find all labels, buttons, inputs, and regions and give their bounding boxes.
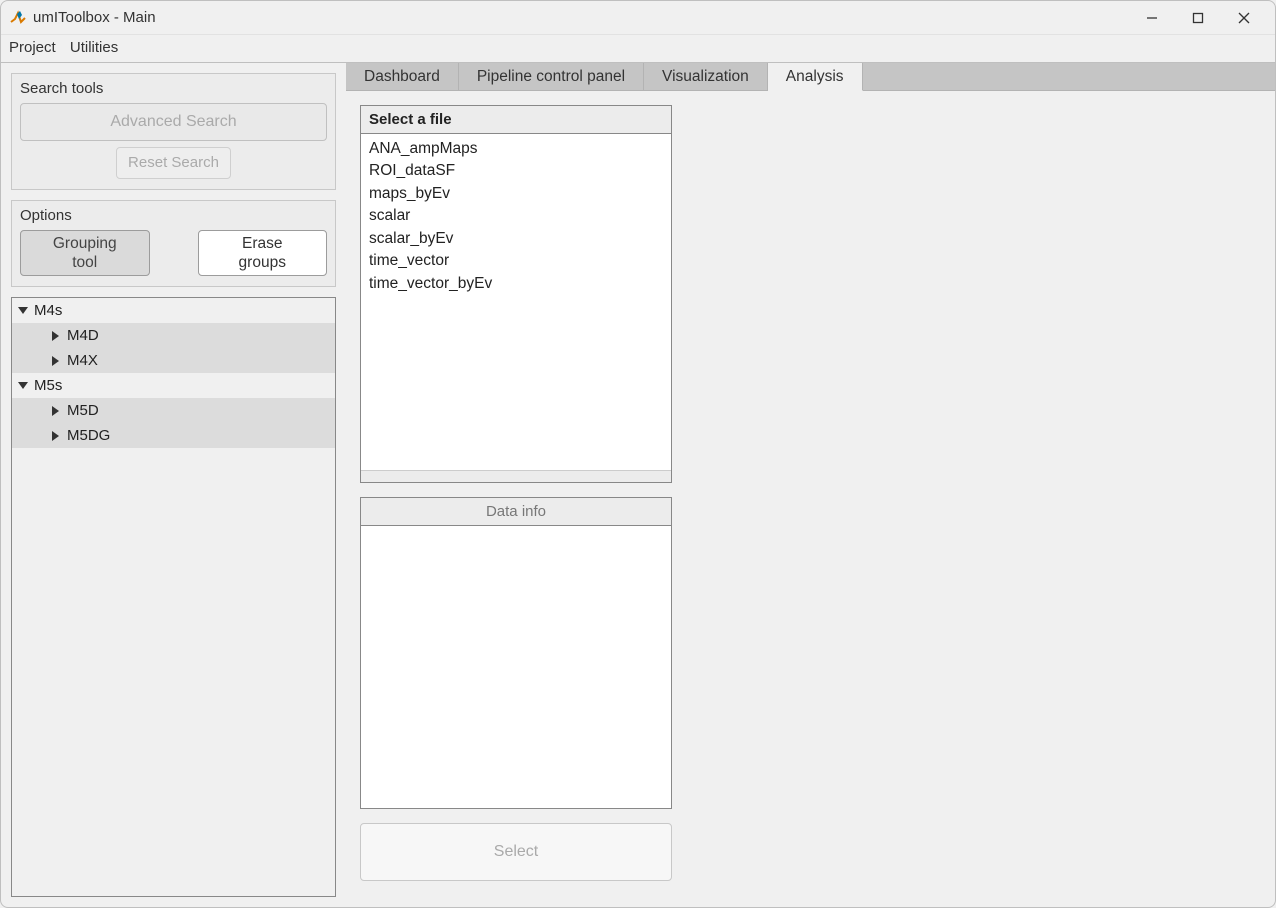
tab-pipeline[interactable]: Pipeline control panel: [459, 63, 644, 90]
content-area: Search tools Advanced Search Reset Searc…: [1, 63, 1275, 907]
tab-analysis[interactable]: Analysis: [768, 63, 863, 91]
analysis-column: Select a file ANA_ampMapsROI_dataSFmaps_…: [360, 105, 672, 881]
options-group: Options Grouping tool Erase groups: [11, 200, 336, 287]
select-file-header: Select a file: [361, 106, 671, 134]
erase-groups-button[interactable]: Erase groups: [198, 230, 328, 276]
tab-bar: Dashboard Pipeline control panel Visuali…: [346, 63, 1275, 91]
tree-item-label: M5DG: [67, 427, 110, 444]
tab-visualization[interactable]: Visualization: [644, 63, 768, 90]
data-info-panel: Data info: [360, 497, 672, 809]
minimize-button[interactable]: [1129, 3, 1175, 33]
tree-item-label: M4D: [67, 327, 99, 344]
menubar: Project Utilities: [1, 35, 1275, 63]
tree-group[interactable]: M4s: [12, 298, 335, 323]
app-window: umIToolbox - Main Project Utilities Sear…: [0, 0, 1276, 908]
close-button[interactable]: [1221, 3, 1267, 33]
tree-item-label: M5D: [67, 402, 99, 419]
list-footer: [361, 470, 671, 482]
reset-search-button[interactable]: Reset Search: [116, 147, 231, 179]
tree-group-label: M5s: [34, 377, 62, 394]
search-tools-group: Search tools Advanced Search Reset Searc…: [11, 73, 336, 190]
tree-item[interactable]: M4D: [12, 323, 335, 348]
file-item[interactable]: scalar_byEv: [369, 228, 663, 250]
grouping-tool-button[interactable]: Grouping tool: [20, 230, 150, 276]
chevron-right-icon: [52, 356, 59, 366]
right-panel: Dashboard Pipeline control panel Visuali…: [346, 63, 1275, 907]
file-item[interactable]: scalar: [369, 205, 663, 227]
menu-project[interactable]: Project: [9, 39, 56, 56]
tree-group[interactable]: M5s: [12, 373, 335, 398]
subject-tree[interactable]: M4s M4D M4X M5s M5D M5DG: [11, 297, 336, 897]
maximize-button[interactable]: [1175, 3, 1221, 33]
titlebar: umIToolbox - Main: [1, 1, 1275, 35]
chevron-right-icon: [52, 331, 59, 341]
file-list[interactable]: ANA_ampMapsROI_dataSFmaps_byEvscalarscal…: [361, 134, 671, 470]
file-item[interactable]: ROI_dataSF: [369, 160, 663, 182]
left-panel: Search tools Advanced Search Reset Searc…: [1, 63, 346, 907]
chevron-down-icon: [18, 382, 28, 389]
matlab-icon: [9, 9, 27, 27]
select-file-panel: Select a file ANA_ampMapsROI_dataSFmaps_…: [360, 105, 672, 483]
tree-item[interactable]: M5D: [12, 398, 335, 423]
window-title: umIToolbox - Main: [33, 9, 156, 26]
chevron-down-icon: [18, 307, 28, 314]
search-tools-title: Search tools: [20, 80, 327, 97]
data-info-header: Data info: [361, 498, 671, 526]
menu-utilities[interactable]: Utilities: [70, 39, 118, 56]
tree-item[interactable]: M4X: [12, 348, 335, 373]
tree-item[interactable]: M5DG: [12, 423, 335, 448]
file-item[interactable]: time_vector_byEv: [369, 273, 663, 295]
chevron-right-icon: [52, 406, 59, 416]
options-title: Options: [20, 207, 327, 224]
advanced-search-button[interactable]: Advanced Search: [20, 103, 327, 141]
tab-dashboard[interactable]: Dashboard: [346, 63, 459, 90]
select-button[interactable]: Select: [360, 823, 672, 881]
data-info-body: [361, 526, 671, 808]
file-item[interactable]: time_vector: [369, 250, 663, 272]
tab-body: Select a file ANA_ampMapsROI_dataSFmaps_…: [346, 91, 1275, 907]
tree-item-label: M4X: [67, 352, 98, 369]
file-item[interactable]: ANA_ampMaps: [369, 138, 663, 160]
file-item[interactable]: maps_byEv: [369, 183, 663, 205]
chevron-right-icon: [52, 431, 59, 441]
tree-group-label: M4s: [34, 302, 62, 319]
